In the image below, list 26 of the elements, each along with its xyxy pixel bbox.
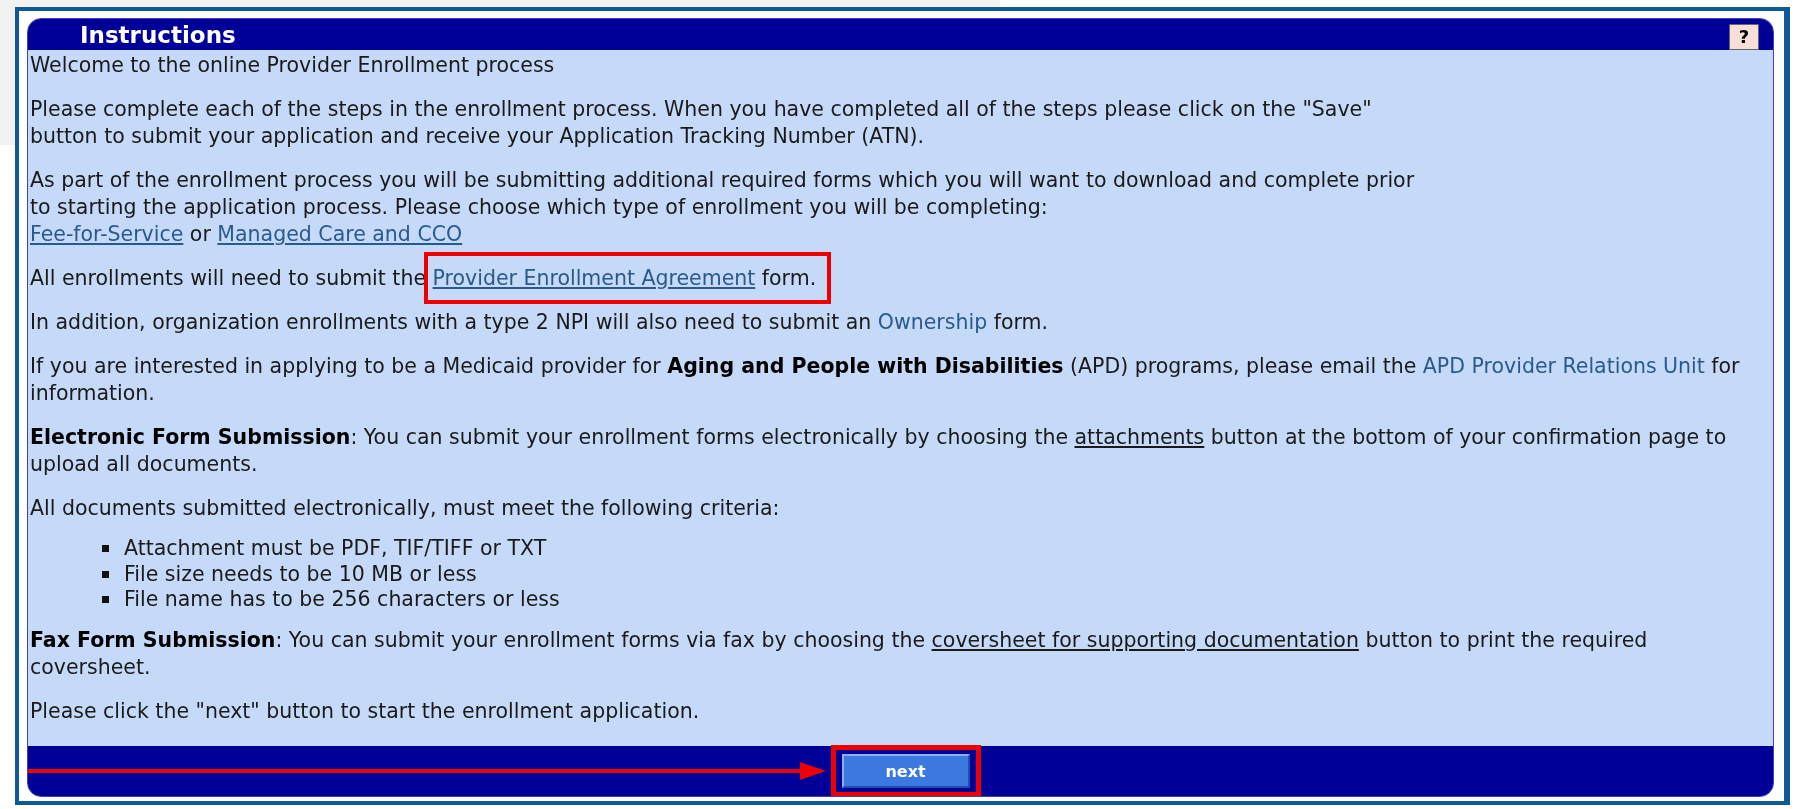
list-item: Attachment must be PDF, TIF/TIFF or TXT xyxy=(124,536,547,562)
paragraph: As part of the enrollment process you will be submitting additional required forms which you will want to download and complete prior to starting the application process. Please choose which type of enrollment you will be completing: Fee-for-Service or Managed Care and CCO xyxy=(30,167,1416,248)
link[interactable]: APD Provider Relations Unit xyxy=(1422,354,1705,378)
paragraph: All enrollments will need to submit the Provider Enrollment Agreement form. xyxy=(30,265,1773,292)
bullet-icon xyxy=(102,596,109,604)
paragraph: Please click the "next" button to start the enrollment application. xyxy=(30,697,701,725)
paragraph: If you are interested in applying to be a Medicaid provider for Aging and People with Disabilities (APD) programs, please email the APD Provider Relations Unit for information. xyxy=(30,353,1741,407)
bullet-icon xyxy=(102,570,109,578)
link[interactable]: coversheet for supporting documentation xyxy=(931,627,1359,652)
link[interactable]: Ownership xyxy=(877,310,988,334)
link[interactable]: Fee-for-Service xyxy=(30,222,184,246)
link[interactable]: Managed Care and CCO xyxy=(217,222,463,246)
link[interactable]: attachments xyxy=(1074,425,1205,449)
paragraph: In addition, organization enrollments with a type 2 NPI will also need to submit an Ownership form. xyxy=(30,309,1050,336)
list-item: File name has to be 256 characters or less xyxy=(124,587,560,613)
paragraph: Welcome to the online Provider Enrollment process xyxy=(30,52,556,79)
paragraph: All documents submitted electronically, must meet the following criteria: xyxy=(30,495,781,522)
panel-title: Instructions xyxy=(80,21,236,48)
paragraph: Fax Form Submission: You can submit your enrollment forms via fax by choosing the coversheet for supporting documentation button to print the required coversheet. xyxy=(30,626,1649,681)
paragraph: Electronic Form Submission: You can submit your enrollment forms electronically by choosing the attachments button at the bottom of your confirmation page to upload all documents. xyxy=(30,424,1728,478)
bullet-icon xyxy=(102,545,109,553)
next-button[interactable]: next xyxy=(841,754,970,788)
link[interactable]: Provider Enrollment Agreement xyxy=(432,266,756,290)
help-button[interactable]: ? xyxy=(1729,23,1759,50)
list-item: File size needs to be 10 MB or less xyxy=(124,561,477,587)
paragraph: Please complete each of the steps in the enrollment process. When you have completed all of the steps please click on the "Save" button to submit your application and receive your Application Tracking Number (ATN). xyxy=(30,96,1373,150)
